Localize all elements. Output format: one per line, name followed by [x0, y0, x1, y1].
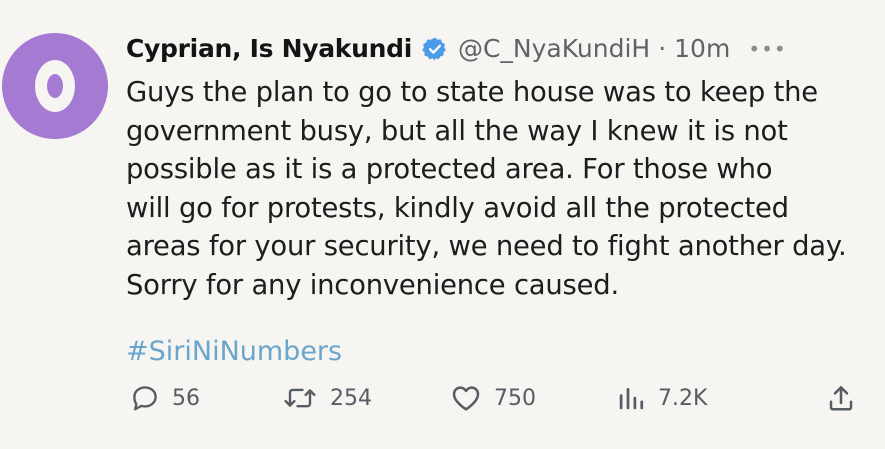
retweet-count: 254 [330, 385, 372, 411]
retweet-icon [284, 388, 316, 408]
views-count: 7.2K [658, 385, 708, 411]
tweet-text-line: Guys the plan to go to state house was t… [126, 77, 818, 108]
tweet-text: Guys the plan to go to state house was t… [126, 74, 878, 305]
tweet-text-line: possible as it is a protected area. For … [126, 154, 773, 185]
more-options-icon[interactable]: ••• [748, 31, 786, 67]
share-button[interactable] [826, 380, 856, 416]
tweet-text-line: Sorry for any inconvenience caused. [126, 269, 619, 301]
separator: · [658, 34, 667, 63]
views-icon [619, 388, 644, 410]
tweet-text-line: government busy, but all the way I knew … [126, 115, 788, 147]
handle[interactable]: @C_NyaKundiH [458, 31, 650, 67]
avatar-icon [35, 60, 75, 112]
retweet-button[interactable]: 254 [282, 380, 372, 416]
reply-button[interactable]: 56 [130, 380, 200, 416]
tweet-text-line: areas for your security, we need to figh… [126, 231, 847, 262]
tweet-actions: 56 254 750 7.2K [0, 380, 885, 416]
tweet-text-line: will go for protests, kindly avoid all t… [126, 192, 789, 224]
display-name[interactable]: Cyprian, Is Nyakundi [126, 31, 412, 67]
reply-icon [133, 386, 157, 411]
timestamp[interactable]: 10m [674, 31, 730, 67]
verified-badge-icon [422, 37, 446, 61]
hashtag-link[interactable]: #SiriNiNumbers [126, 334, 342, 370]
reply-count: 56 [172, 385, 200, 411]
share-icon [829, 386, 853, 411]
heart-icon [452, 386, 480, 411]
tweet-header: Cyprian, Is Nyakundi @C_NyaKundiH · 10m … [126, 31, 787, 67]
like-button[interactable]: 750 [450, 380, 536, 416]
like-count: 750 [494, 385, 536, 411]
views-button[interactable]: 7.2K [616, 380, 707, 416]
avatar[interactable] [2, 33, 108, 139]
